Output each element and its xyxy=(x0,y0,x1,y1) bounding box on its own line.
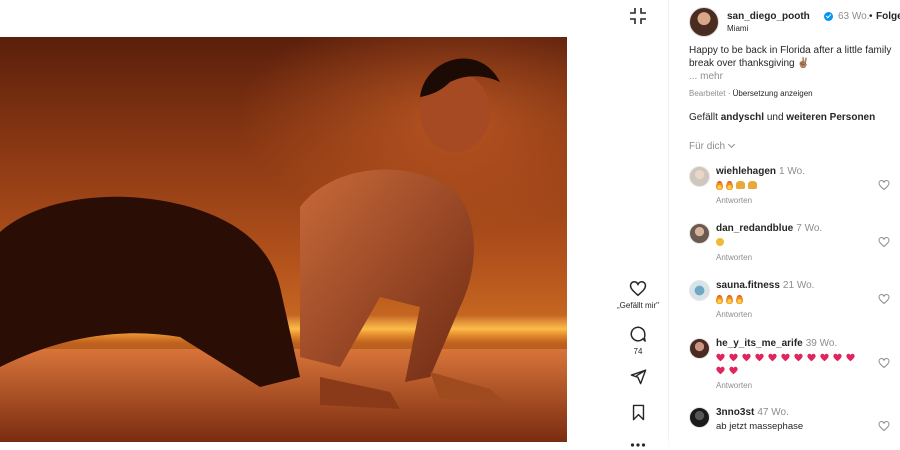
likes-mid: und xyxy=(764,112,787,123)
clap-emoji xyxy=(716,238,724,247)
comment-icon xyxy=(630,326,646,342)
likes-others-link[interactable]: weiteren Personen xyxy=(786,112,875,123)
media-area: „Gefällt mir" 74 xyxy=(0,0,668,450)
comment-heart-icon[interactable] xyxy=(878,236,890,248)
fire-emoji xyxy=(716,180,723,190)
red-heart-emoji xyxy=(729,353,738,362)
post-caption: Happy to be back in Florida after a litt… xyxy=(689,45,892,69)
red-heart-emoji xyxy=(716,366,725,375)
comment-text xyxy=(716,351,866,377)
post-location[interactable]: Miami xyxy=(727,24,748,33)
more-icon xyxy=(630,443,646,447)
reply-button[interactable]: Antworten xyxy=(716,310,752,319)
comment-heart-icon[interactable] xyxy=(878,357,890,369)
folded-hands-emoji xyxy=(748,181,757,190)
author-avatar[interactable] xyxy=(689,7,719,37)
red-heart-emoji xyxy=(820,353,829,362)
comment-text xyxy=(716,293,866,306)
reply-button[interactable]: Antworten xyxy=(716,253,752,262)
share-button[interactable] xyxy=(612,368,664,385)
fire-emoji xyxy=(726,180,733,190)
red-heart-emoji xyxy=(755,353,764,362)
likes-prefix: Gefällt xyxy=(689,112,721,123)
comment-username[interactable]: he_y_its_me_arife 39 Wo. xyxy=(716,338,837,349)
comment-user-name[interactable]: he_y_its_me_arife xyxy=(716,338,803,349)
comment-avatar[interactable] xyxy=(689,223,710,244)
like-label: „Gefällt mir" xyxy=(617,301,659,310)
comment-avatar[interactable] xyxy=(689,280,710,301)
likes-summary: Gefällt andyschl und weiteren Personen xyxy=(689,112,875,123)
comment-user-name[interactable]: 3nno3st xyxy=(716,407,754,418)
collapse-button[interactable] xyxy=(628,6,648,26)
heart-icon xyxy=(629,280,647,297)
comment-age: 1 Wo. xyxy=(779,166,805,177)
post-sidebar: san_diego_pooth 63 Wo. • Folgen Miami Ha… xyxy=(668,0,900,450)
share-icon xyxy=(630,369,646,385)
red-heart-emoji xyxy=(781,353,790,362)
collapse-icon xyxy=(630,8,646,24)
caption-meta: Bearbeitet · Übersetzung anzeigen xyxy=(689,89,813,98)
comment-avatar[interactable] xyxy=(689,166,710,187)
comment-age: 39 Wo. xyxy=(805,338,838,349)
comments-fade xyxy=(668,432,900,450)
red-heart-emoji xyxy=(768,353,777,362)
comment-age: 47 Wo. xyxy=(757,407,789,418)
red-heart-emoji xyxy=(716,353,725,362)
comment-button[interactable]: 74 xyxy=(612,325,664,356)
author-username[interactable]: san_diego_pooth xyxy=(727,11,810,22)
red-heart-emoji xyxy=(807,353,816,362)
comment-avatar[interactable] xyxy=(689,407,710,428)
comment-username[interactable]: sauna.fitness 21 Wo. xyxy=(716,280,814,291)
comment-text xyxy=(716,236,866,249)
comment-heart-icon[interactable] xyxy=(878,420,890,432)
comment-count: 74 xyxy=(633,347,643,356)
likes-user-link[interactable]: andyschl xyxy=(721,112,764,123)
follow-button[interactable]: Folgen xyxy=(876,11,900,22)
photo-scene xyxy=(0,58,567,442)
bookmark-icon xyxy=(632,404,644,421)
comment-age: 21 Wo. xyxy=(782,280,815,291)
translate-link[interactable]: Übersetzung anzeigen xyxy=(733,89,813,98)
comment-heart-icon[interactable] xyxy=(878,293,890,305)
red-heart-emoji xyxy=(846,353,855,362)
comment-username[interactable]: dan_redandblue 7 Wo. xyxy=(716,223,822,234)
comment-user-name[interactable]: wiehlehagen xyxy=(716,166,776,177)
red-heart-emoji xyxy=(794,353,803,362)
post-photo[interactable] xyxy=(0,37,567,442)
post-header: san_diego_pooth 63 Wo. • Folgen Miami xyxy=(689,7,900,37)
comment-sort-dropdown[interactable]: Für dich xyxy=(689,140,736,152)
comment-sort-label: Für dich xyxy=(689,141,726,152)
comment-user-name[interactable]: sauna.fitness xyxy=(716,280,780,291)
comment-text xyxy=(716,179,866,192)
more-options-button[interactable] xyxy=(612,442,664,448)
save-button[interactable] xyxy=(612,404,664,421)
red-heart-emoji xyxy=(833,353,842,362)
caption-more-link[interactable]: ... mehr xyxy=(689,71,723,82)
comment-username[interactable]: wiehlehagen 1 Wo. xyxy=(716,166,805,177)
fire-emoji xyxy=(726,294,733,304)
reply-button[interactable]: Antworten xyxy=(716,196,752,205)
edited-label: Bearbeitet xyxy=(689,89,726,98)
reply-button[interactable]: Antworten xyxy=(716,381,752,390)
meta-separator: · xyxy=(725,89,733,98)
folded-hands-emoji xyxy=(736,181,745,190)
comment-username[interactable]: 3nno3st 47 Wo. xyxy=(716,407,789,418)
comment-heart-icon[interactable] xyxy=(878,179,890,191)
like-button[interactable]: „Gefällt mir" xyxy=(612,280,664,310)
fire-emoji xyxy=(736,294,743,304)
comment-age: 7 Wo. xyxy=(796,223,823,234)
fire-emoji xyxy=(716,294,723,304)
post-age[interactable]: 63 Wo. xyxy=(838,11,870,22)
comment-avatar[interactable] xyxy=(689,338,710,359)
verified-icon xyxy=(824,12,833,21)
chevron-down-icon xyxy=(728,140,736,149)
red-heart-emoji xyxy=(742,353,751,362)
header-separator: • xyxy=(869,11,873,22)
comment-user-name[interactable]: dan_redandblue xyxy=(716,223,793,234)
red-heart-emoji xyxy=(729,366,738,375)
